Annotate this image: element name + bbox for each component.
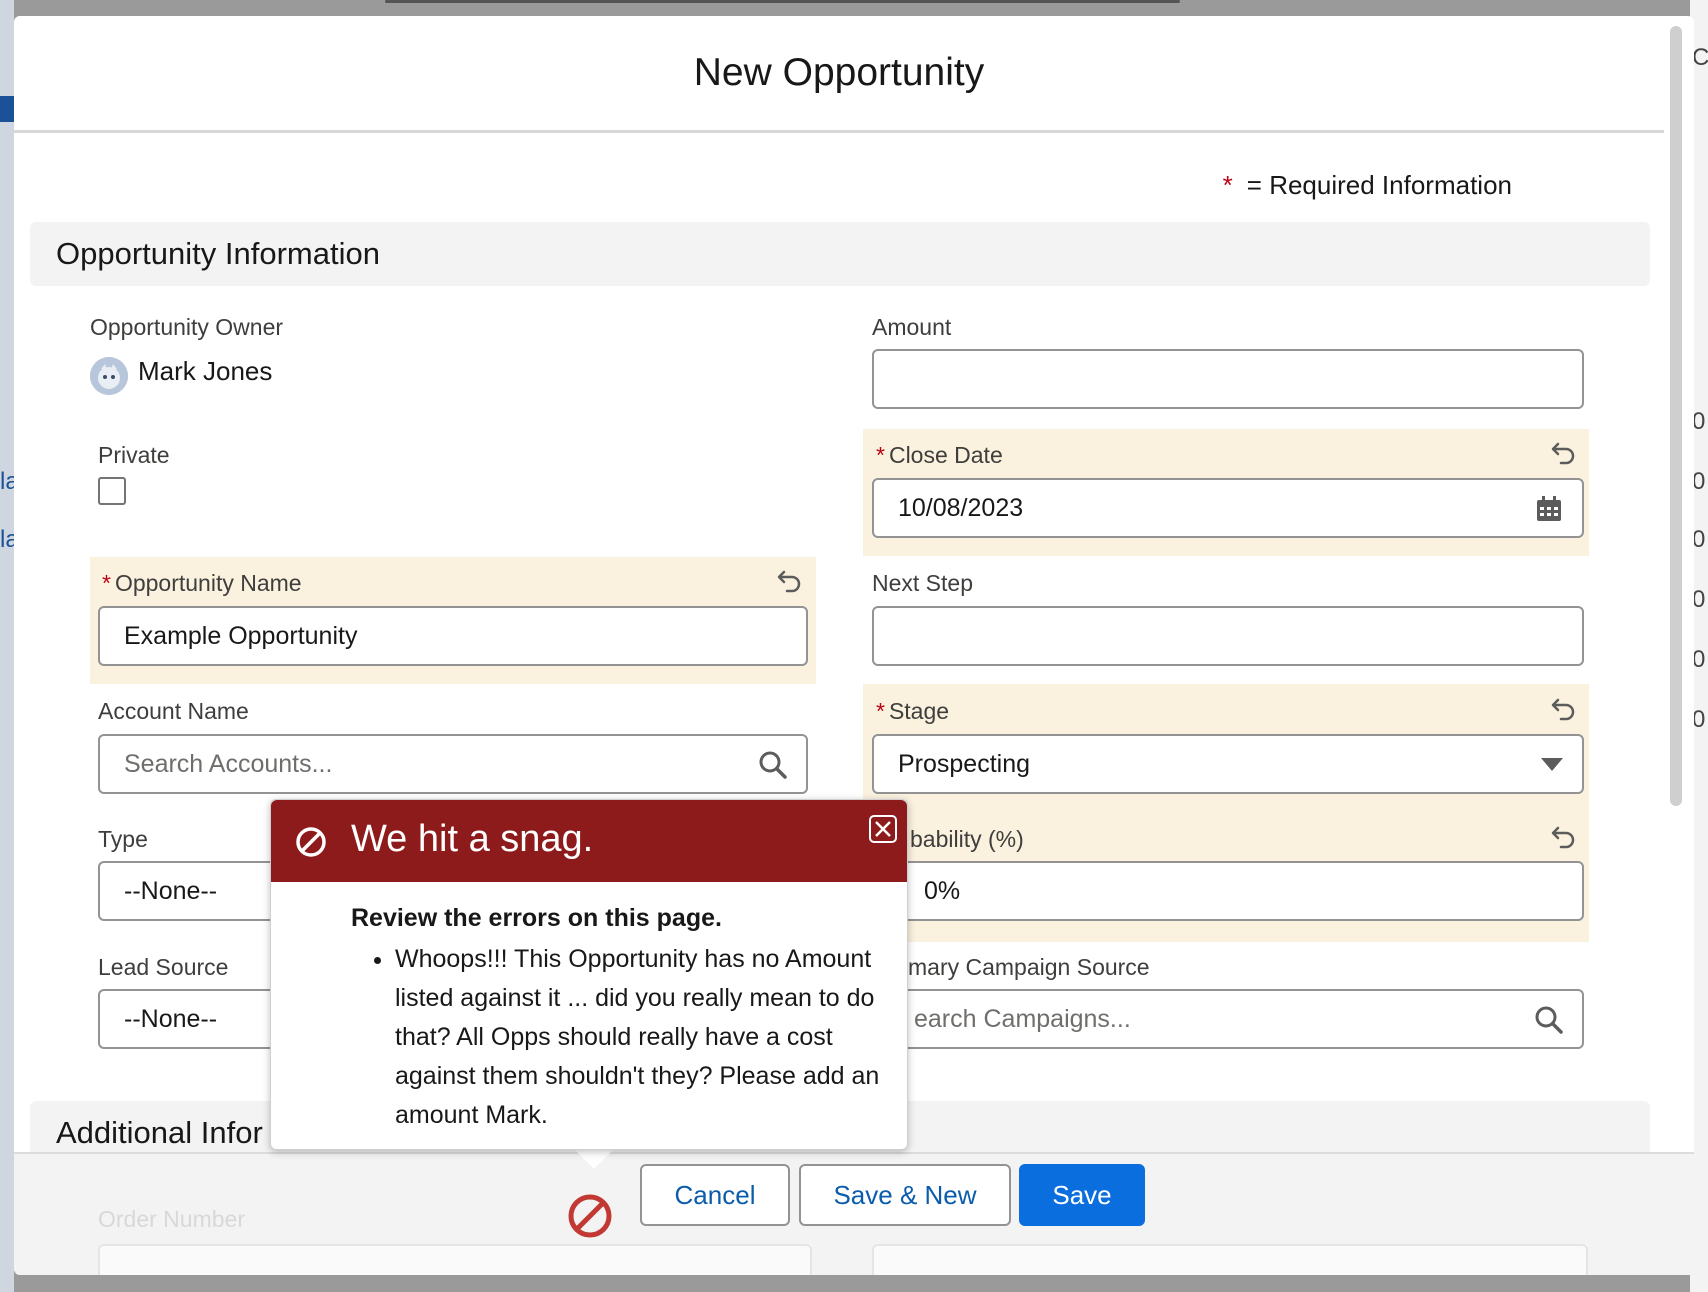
background-input [872,1244,1588,1275]
account-search-input[interactable]: Search Accounts... [98,734,808,794]
background-left-strip: la la [0,0,19,1292]
chevron-down-icon [1541,758,1563,771]
account-name-label: Account Name [98,698,249,724]
background-text: C [1692,44,1708,71]
order-number-label: Order Number [98,1206,245,1232]
background-text: 0 [1692,646,1706,673]
search-icon [759,751,787,779]
modal-title: New Opportunity [693,51,985,94]
amount-input[interactable] [872,349,1584,409]
modal-scrollbar[interactable] [1670,26,1682,806]
section-opportunity-information[interactable]: Opportunity Information [30,222,1650,286]
required-star: * [1222,170,1233,200]
type-label: Type [98,826,148,852]
stage-select[interactable]: Prospecting [872,734,1584,794]
owner-label: Opportunity Owner [90,314,284,340]
avatar [90,357,128,395]
close-icon [875,821,891,837]
required-star: * [876,698,885,724]
undo-icon[interactable] [1550,694,1578,722]
probability-label: bability (%) [910,826,1024,852]
modal-header: New Opportunity [14,16,1664,133]
close-date-input[interactable]: 10/08/2023 [872,478,1584,538]
probability-input[interactable]: 0% [872,861,1584,921]
lead-source-label: Lead Source [98,954,229,980]
cancel-button[interactable]: Cancel [640,1164,790,1226]
private-label: Private [98,442,170,468]
background-text: 0 [1692,468,1706,495]
stage-label: * Stage [876,698,950,724]
next-step-label: Next Step [872,570,973,596]
error-list: Whoops!!! This Opportunity has no Amount… [375,940,895,1135]
close-button[interactable] [869,815,897,843]
required-star: * [102,570,111,596]
next-step-input[interactable] [872,606,1584,666]
section-title: Opportunity Information [56,236,380,271]
error-popover-header: We hit a snag. [271,800,907,882]
background-text: 0 [1692,526,1706,553]
private-checkbox[interactable] [98,477,126,505]
search-icon [1535,1006,1563,1034]
opportunity-name-label: * Opportunity Name [102,570,302,596]
campaign-source-label: mary Campaign Source [908,954,1150,980]
undo-icon[interactable] [1550,438,1578,466]
error-popover: We hit a snag. Review the errors on this… [270,799,908,1150]
required-star: * [876,442,885,468]
required-legend: * = Required Information [1223,170,1512,201]
error-popover-heading: Review the errors on this page. [351,904,722,932]
background-topbar [385,0,1180,3]
error-icon[interactable] [566,1192,614,1240]
opportunity-name-input[interactable]: Example Opportunity [98,606,808,666]
background-text: 0 [1692,706,1706,733]
amount-label: Amount [872,314,952,340]
order-number-input [98,1244,812,1275]
save-and-new-button[interactable]: Save & New [799,1164,1011,1226]
error-message: Whoops!!! This Opportunity has no Amount… [395,940,895,1135]
background-text: 0 [1692,408,1706,435]
background-text: 0 [1692,586,1706,613]
undo-icon[interactable] [1550,822,1578,850]
campaign-search-input[interactable]: earch Campaigns... [872,989,1584,1049]
calendar-icon[interactable] [1534,494,1564,524]
close-date-label: * Close Date [876,442,1003,468]
owner-name[interactable]: Mark Jones [138,356,272,387]
error-popover-title: We hit a snag. [351,818,594,860]
avatar-icon [90,357,128,395]
save-button[interactable]: Save [1019,1164,1145,1226]
section-title: Additional Infor [56,1115,263,1150]
error-icon [296,827,326,857]
undo-icon[interactable] [776,566,804,594]
background-left-bar [0,96,14,122]
required-legend-text: = Required Information [1246,170,1512,200]
